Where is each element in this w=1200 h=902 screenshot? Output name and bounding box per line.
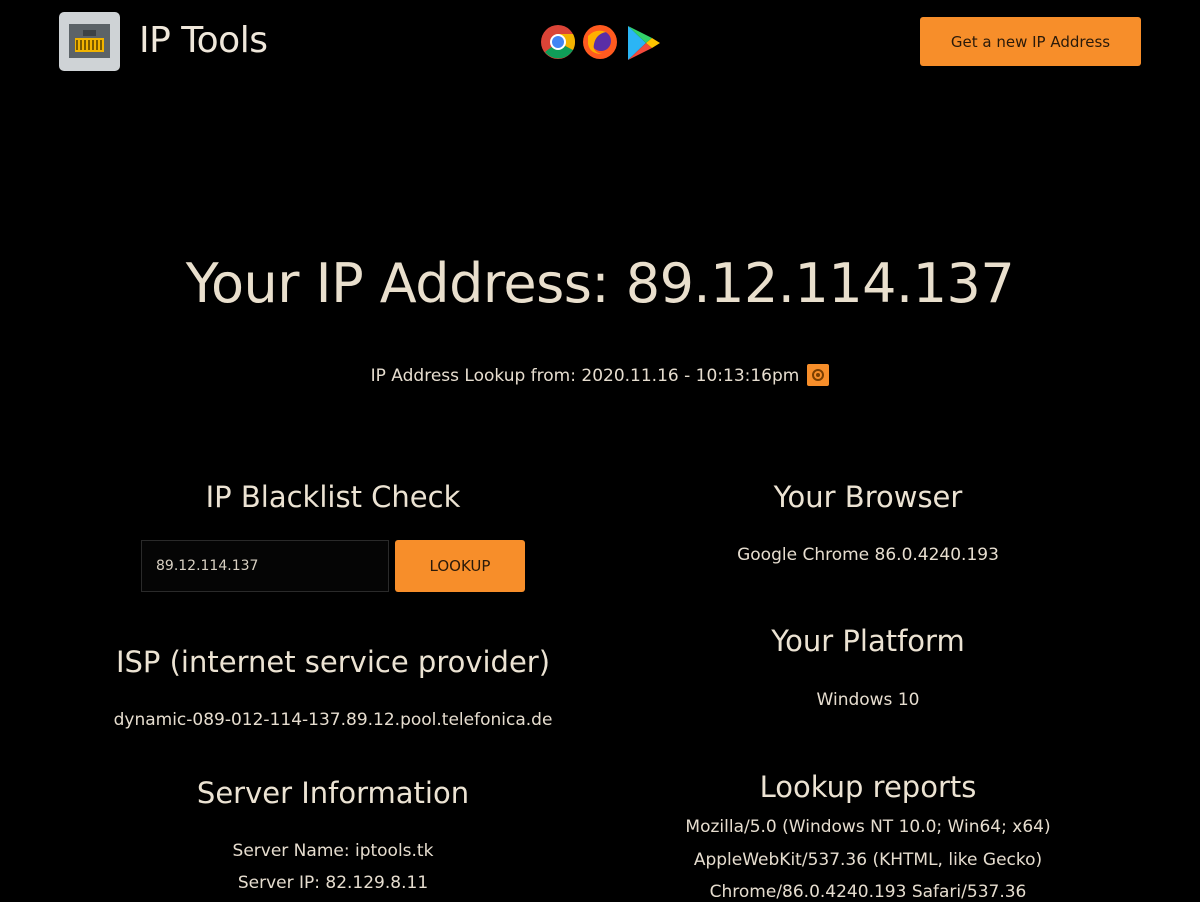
reports-section: Lookup reports (618, 770, 1118, 804)
firefox-icon[interactable] (582, 24, 618, 64)
platform-value: Windows 10 (816, 690, 920, 710)
browser-value: Google Chrome 86.0.4240.193 (737, 545, 999, 565)
server-ip: Server IP: 82.129.8.11 (237, 873, 429, 893)
chrome-icon[interactable] (540, 24, 576, 64)
ip-address-heading: Your IP Address: 89.12.114.137 (185, 252, 1015, 315)
platform-title: Your Platform (771, 624, 965, 658)
ethernet-port-icon[interactable] (59, 12, 120, 71)
browser-section: Your Browser (618, 480, 1118, 514)
server-title: Server Information (196, 776, 470, 810)
blacklist-section: IP Blacklist Check (83, 480, 583, 514)
lookup-timestamp-text: IP Address Lookup from: 2020.11.16 - 10:… (370, 366, 800, 386)
reports-line: Chrome/86.0.4240.193 Safari/537.36 (709, 882, 1027, 902)
server-name: Server Name: iptools.tk (232, 841, 434, 861)
reports-line: Mozilla/5.0 (Windows NT 10.0; Win64; x64… (685, 817, 1051, 837)
lookup-button[interactable]: LOOKUP (395, 540, 525, 592)
store-icons (540, 24, 662, 62)
isp-value: dynamic-089-012-114-137.89.12.pool.telef… (113, 710, 553, 730)
server-section: Server Information (83, 776, 583, 810)
browser-title: Your Browser (773, 480, 963, 514)
blacklist-title: IP Blacklist Check (205, 480, 461, 514)
isp-title: ISP (internet service provider) (115, 645, 551, 679)
get-new-ip-button[interactable]: Get a new IP Address (920, 17, 1141, 66)
google-play-icon[interactable] (626, 24, 662, 66)
blacklist-ip-input[interactable] (141, 540, 389, 592)
platform-section: Your Platform (618, 624, 1118, 658)
reports-title: Lookup reports (759, 770, 977, 804)
reports-line: AppleWebKit/537.36 (KHTML, like Gecko) (693, 850, 1043, 870)
app-title[interactable]: IP Tools (139, 20, 268, 61)
site-header: IP Tools Get a new IP Address (0, 0, 1200, 90)
lookup-timestamp-line: IP Address Lookup from: 2020.11.16 - 10:… (0, 364, 1200, 386)
refresh-icon[interactable] (807, 364, 830, 386)
isp-section: ISP (internet service provider) (83, 645, 583, 679)
